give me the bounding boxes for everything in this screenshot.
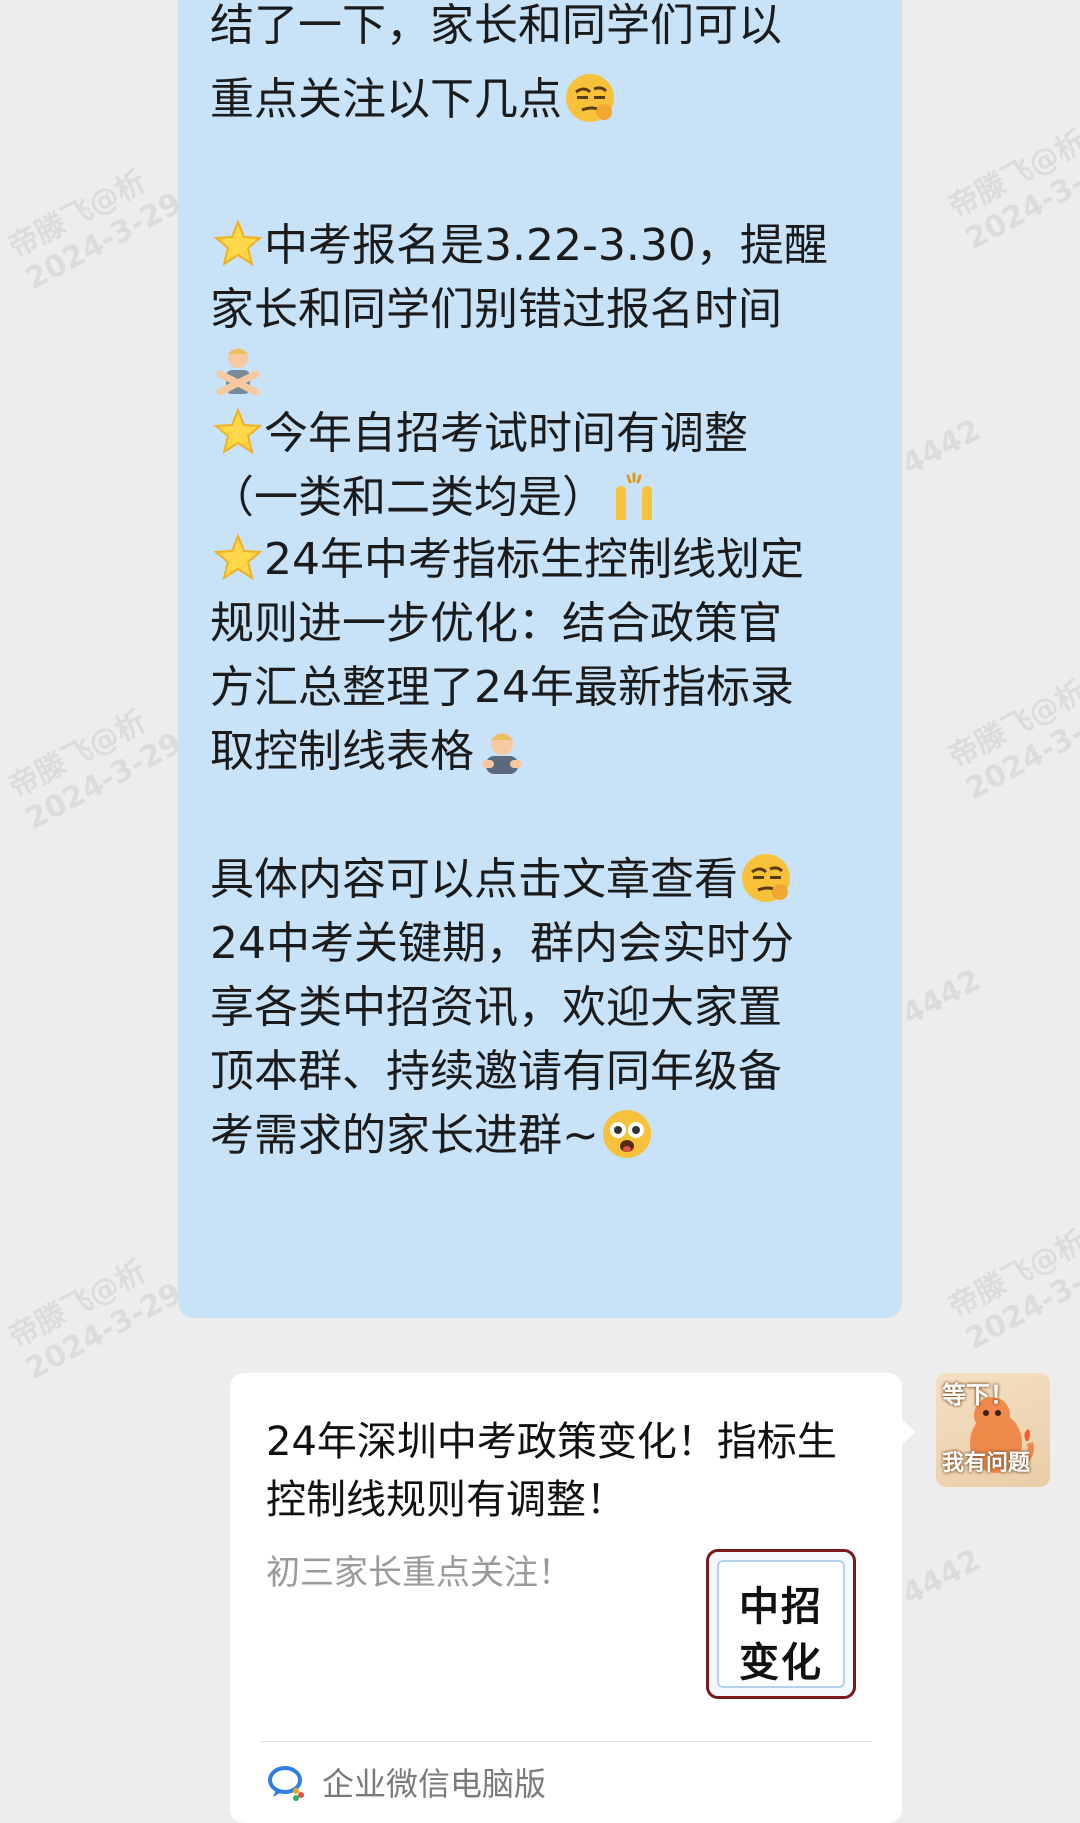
watermark: 帝滕飞@析 2024-3-29 (943, 673, 1080, 808)
watermark-partial: 4442 (896, 1542, 987, 1613)
link-card-thumbnail: 中招 变化 (706, 1549, 856, 1699)
message-line: 结了一下，家长和同学们可以 (210, 0, 782, 51)
watermark-partial: 4442 (896, 962, 987, 1033)
message-line: 家长和同学们别错过报名时间 (210, 284, 782, 335)
watermark: 帝滕飞@析 2024-3-29 (3, 163, 188, 298)
message-line: 24中考关键期，群内会实时分 (210, 918, 794, 969)
watermark: 帝滕飞@析 2024-3-29 (943, 123, 1080, 258)
message-line: （一类和二类均是） (210, 470, 660, 526)
watermark: 帝滕飞@析 2024-3-29 (3, 1253, 188, 1388)
message-line: 具体内容可以点击文章查看 (210, 852, 792, 908)
message-line: 规则进一步优化：结合政策官 (210, 598, 782, 649)
avatar[interactable]: 等下！ 我有问题 (936, 1373, 1050, 1487)
link-card[interactable]: 24年深圳中考政策变化！指标生控制线规则有调整！ 初三家长重点关注！ 中招 变化… (230, 1373, 902, 1823)
bubble-tail (900, 1418, 916, 1446)
smirk-emoji-icon (564, 72, 616, 124)
message-line: 中考报名是3.22-3.30，提醒 (210, 218, 828, 274)
dizzy-face-icon (601, 1108, 653, 1160)
watermark: 帝滕飞@析 2024-3-29 (943, 1223, 1080, 1358)
message-line: 考需求的家长进群~ (210, 1108, 653, 1164)
message-line: 方汇总整理了24年最新指标录 (210, 662, 794, 713)
card-divider (260, 1741, 872, 1742)
thumbnail-text: 中招 (739, 1584, 823, 1630)
link-card-source-label: 企业微信电脑版 (322, 1765, 547, 1803)
raised-hands-icon (608, 470, 660, 522)
glowing-star-icon (212, 218, 264, 270)
glowing-star-icon (212, 406, 264, 458)
watermark: 帝滕飞@析 2024-3-29 (3, 703, 188, 838)
avatar-text: 等下！ (942, 1381, 1014, 1409)
watermark-partial: 4442 (896, 412, 987, 483)
glowing-star-icon (212, 532, 264, 584)
smirk-emoji-icon (740, 852, 792, 904)
message-line (210, 344, 264, 400)
link-card-source: 企业微信电脑版 (266, 1759, 546, 1805)
message-line: 顶本群、持续邀请有同年级备 (210, 1046, 782, 1097)
wecom-logo-icon (266, 1762, 306, 1802)
message-line: 重点关注以下几点 (210, 72, 616, 128)
link-card-title: 24年深圳中考政策变化！指标生控制线规则有调整！ (266, 1419, 837, 1523)
link-card-description: 初三家长重点关注！ (266, 1553, 572, 1593)
thumbnail-text: 变化 (739, 1640, 823, 1686)
avatar-text: 我有问题 (942, 1451, 1031, 1476)
message-line: 今年自招考试时间有调整 (210, 406, 748, 462)
message-line: 取控制线表格 (210, 724, 528, 780)
bowing-person-icon (476, 724, 528, 776)
message-line: 享各类中招资讯，欢迎大家置 (210, 982, 782, 1033)
no-gesture-icon (212, 344, 264, 396)
message-line: 24年中考指标生控制线划定 (210, 532, 804, 588)
